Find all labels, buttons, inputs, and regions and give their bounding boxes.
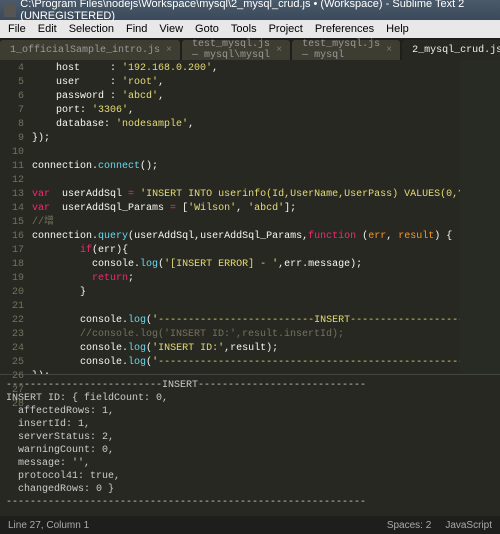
code-line[interactable]: host : '192.168.0.200', [32,62,460,76]
window-title: C:\Program Files\nodejs\Workspace\mysql\… [20,0,496,22]
menu-tools[interactable]: Tools [225,23,263,35]
menu-find[interactable]: Find [120,23,153,35]
tab-label: test_mysql.js — mysql [302,39,380,61]
line-number: 8 [0,118,24,132]
output-panel: --------------------------INSERT--------… [0,374,500,504]
line-number: 16 [0,230,24,244]
editor-area: 4567891011121314151617181920212223242526… [0,60,500,374]
menu-help[interactable]: Help [380,23,415,35]
code-line[interactable]: if(err){ [32,244,460,258]
console-line: INSERT ID: { fieldCount: 0, [6,392,494,405]
code-line[interactable]: password : 'abcd', [32,90,460,104]
code-line[interactable]: port: '3306', [32,104,460,118]
close-icon[interactable]: × [386,45,392,56]
code-line[interactable]: }); [32,370,460,374]
line-number: 26 [0,370,24,384]
app-icon [4,3,16,17]
line-number: 23 [0,328,24,342]
line-number: 18 [0,258,24,272]
code-line[interactable]: return; [32,272,460,286]
code-line[interactable]: console.log('---------------------------… [32,356,460,370]
code-line[interactable]: var userAddSql_Params = ['Wilson', 'abcd… [32,202,460,216]
line-number: 25 [0,356,24,370]
line-number: 15 [0,216,24,230]
line-number: 22 [0,314,24,328]
line-number: 10 [0,146,24,160]
code-line[interactable]: connection.query(userAddSql,userAddSql_P… [32,230,460,244]
line-gutter: 4567891011121314151617181920212223242526… [0,60,32,374]
console-line: insertId: 1, [6,418,494,431]
close-icon[interactable]: × [166,45,172,56]
tab-bar: 1_officialSample_intro.js×test_mysql.js … [0,38,500,60]
tab-label: 2_mysql_crud.js [412,45,500,56]
console-line: changedRows: 0 } [6,483,494,496]
code-line[interactable] [32,146,460,160]
code-line[interactable] [32,300,460,314]
status-cursor[interactable]: Line 27, Column 1 [8,520,89,531]
console-line: serverStatus: 2, [6,431,494,444]
code-line[interactable]: console.log('[INSERT ERROR] - ',err.mess… [32,258,460,272]
line-number: 21 [0,300,24,314]
code-line[interactable]: connection.connect(); [32,160,460,174]
line-number: 4 [0,62,24,76]
code-line[interactable]: console.log('INSERT ID:',result); [32,342,460,356]
tab[interactable]: test_mysql.js — mysql\mysql × [182,40,290,60]
menu-file[interactable]: File [2,23,32,35]
line-number: 13 [0,188,24,202]
line-number: 9 [0,132,24,146]
line-number: 24 [0,342,24,356]
code-line[interactable]: //console.log('INSERT ID:',result.insert… [32,328,460,342]
minimap[interactable] [460,60,500,374]
menu-edit[interactable]: Edit [32,23,63,35]
menu-view[interactable]: View [153,23,189,35]
console-line: warningCount: 0, [6,444,494,457]
code-line[interactable]: var userAddSql = 'INSERT INTO userinfo(I… [32,188,460,202]
title-bar: C:\Program Files\nodejs\Workspace\mysql\… [0,0,500,20]
code-line[interactable]: console.log('--------------------------I… [32,314,460,328]
code-line[interactable]: database: 'nodesample', [32,118,460,132]
line-number: 12 [0,174,24,188]
status-spaces[interactable]: Spaces: 2 [387,520,431,531]
tab-label: 1_officialSample_intro.js [10,45,160,56]
console-line: message: '', [6,457,494,470]
line-number: 20 [0,286,24,300]
code-line[interactable]: //增 [32,216,460,230]
menu-goto[interactable]: Goto [189,23,225,35]
code-line[interactable]: }); [32,132,460,146]
code-editor[interactable]: host : '192.168.0.200', user : 'root', p… [32,60,460,374]
code-line[interactable]: user : 'root', [32,76,460,90]
line-number: 19 [0,272,24,286]
tab[interactable]: 2_mysql_crud.js× [402,40,500,60]
menu-project[interactable]: Project [263,23,309,35]
line-number: 11 [0,160,24,174]
line-number: 28 [0,398,24,412]
tab[interactable]: test_mysql.js — mysql × [292,40,400,60]
close-icon[interactable]: × [276,45,282,56]
menu-preferences[interactable]: Preferences [309,23,380,35]
line-number: 27 [0,384,24,398]
menu-selection[interactable]: Selection [63,23,120,35]
line-number: 6 [0,90,24,104]
console-line: ----------------------------------------… [6,496,494,504]
status-bar: Line 27, Column 1 Spaces: 2 JavaScript [0,516,500,534]
status-language[interactable]: JavaScript [445,520,492,531]
line-number: 5 [0,76,24,90]
line-number: 14 [0,202,24,216]
line-number: 17 [0,244,24,258]
console-line: --------------------------INSERT--------… [6,379,494,392]
tab[interactable]: 1_officialSample_intro.js × [0,40,180,60]
code-line[interactable]: } [32,286,460,300]
code-line[interactable] [32,174,460,188]
line-number: 7 [0,104,24,118]
console-line: affectedRows: 1, [6,405,494,418]
console-line: protocol41: true, [6,470,494,483]
tab-label: test_mysql.js — mysql\mysql [192,39,270,61]
menu-bar: FileEditSelectionFindViewGotoToolsProjec… [0,20,500,38]
